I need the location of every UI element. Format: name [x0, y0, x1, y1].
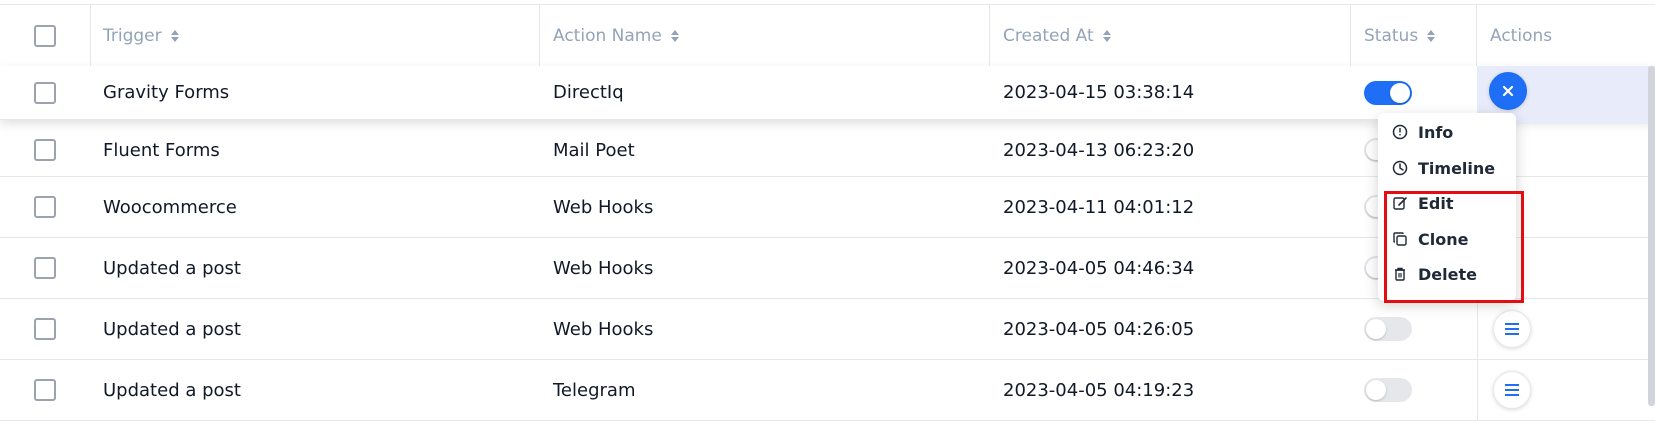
action-name: Web Hooks	[553, 196, 654, 218]
actions-cell	[1477, 360, 1655, 420]
action-name-cell: Telegram	[540, 360, 990, 420]
sort-icon[interactable]	[170, 29, 179, 43]
created-at-cell: 2023-04-05 04:26:05	[990, 299, 1351, 359]
trigger-name: Updated a post	[103, 318, 241, 340]
trigger-name: Woocommerce	[103, 196, 237, 218]
close-actions-button[interactable]	[1489, 72, 1527, 110]
action-name-cell: Web Hooks	[540, 238, 990, 298]
action-name: Mail Poet	[553, 139, 635, 161]
highlight-box	[1384, 191, 1524, 303]
table-row: Gravity Forms DirectIq 2023-04-15 03:38:…	[0, 66, 1655, 120]
trigger-cell: Updated a post	[90, 360, 540, 420]
info-icon	[1392, 124, 1408, 140]
created-at: 2023-04-05 04:46:34	[1003, 257, 1195, 279]
status-cell	[1351, 66, 1477, 119]
row-checkbox[interactable]	[34, 318, 56, 340]
select-all-cell	[0, 5, 91, 66]
column-header-action-name-label: Action Name	[553, 25, 662, 46]
menu-item-info[interactable]: Info	[1392, 117, 1453, 147]
trigger-cell: Updated a post	[90, 238, 540, 298]
action-name: DirectIq	[553, 82, 624, 103]
action-name: Telegram	[553, 379, 636, 401]
created-at: 2023-04-11 04:01:12	[1003, 196, 1195, 218]
created-at-cell: 2023-04-11 04:01:12	[990, 177, 1351, 237]
row-checkbox[interactable]	[34, 257, 56, 279]
trigger-cell: Woocommerce	[90, 177, 540, 237]
clock-icon	[1392, 160, 1408, 176]
menu-icon	[1505, 323, 1519, 335]
column-header-action-name[interactable]: Action Name	[540, 5, 990, 66]
vertical-scrollbar[interactable]	[1648, 66, 1655, 406]
column-header-actions: Actions	[1477, 5, 1655, 66]
select-all-checkbox[interactable]	[34, 24, 56, 47]
menu-item-timeline-label: Timeline	[1418, 158, 1496, 178]
action-name-cell: Mail Poet	[540, 124, 990, 176]
row-select-cell	[0, 238, 90, 298]
trigger-cell: Gravity Forms	[90, 66, 540, 119]
status-cell	[1351, 360, 1477, 420]
column-header-actions-label: Actions	[1490, 25, 1553, 46]
action-name: Web Hooks	[553, 257, 654, 279]
created-at: 2023-04-05 04:26:05	[1003, 318, 1195, 340]
row-select-cell	[0, 299, 90, 359]
created-at: 2023-04-13 06:23:20	[1003, 139, 1195, 161]
action-name: Web Hooks	[553, 318, 654, 340]
status-toggle[interactable]	[1364, 317, 1412, 341]
row-actions-button[interactable]	[1493, 371, 1531, 409]
row-select-cell	[0, 124, 90, 176]
trigger-name: Fluent Forms	[103, 139, 220, 161]
trigger-cell: Fluent Forms	[90, 124, 540, 176]
action-name-cell: Web Hooks	[540, 177, 990, 237]
table-row: Updated a post Telegram 2023-04-05 04:19…	[0, 360, 1655, 421]
close-icon	[1502, 85, 1514, 97]
row-checkbox[interactable]	[34, 196, 56, 218]
table-row: Updated a post Web Hooks 2023-04-05 04:2…	[0, 299, 1655, 360]
row-checkbox[interactable]	[34, 139, 56, 161]
menu-item-timeline[interactable]: Timeline	[1392, 153, 1495, 183]
created-at: 2023-04-05 04:19:23	[1003, 379, 1195, 401]
column-header-created-at[interactable]: Created At	[990, 5, 1351, 66]
column-header-status-label: Status	[1364, 25, 1419, 46]
row-checkbox[interactable]	[34, 379, 56, 401]
row-select-cell	[0, 360, 90, 420]
created-at: 2023-04-15 03:38:14	[1003, 82, 1195, 103]
created-at-cell: 2023-04-05 04:46:34	[990, 238, 1351, 298]
created-at-cell: 2023-04-13 06:23:20	[990, 124, 1351, 176]
column-header-trigger-label: Trigger	[103, 25, 162, 46]
created-at-cell: 2023-04-05 04:19:23	[990, 360, 1351, 420]
table-header: Trigger Action Name Created At Status Ac…	[0, 4, 1655, 67]
status-cell	[1351, 299, 1477, 359]
created-at-cell: 2023-04-15 03:38:14	[990, 66, 1351, 119]
sort-icon[interactable]	[1102, 29, 1111, 43]
column-header-trigger[interactable]: Trigger	[90, 5, 540, 66]
action-name-cell: DirectIq	[540, 66, 990, 119]
status-toggle[interactable]	[1364, 378, 1412, 402]
row-select-cell	[0, 177, 90, 237]
column-header-status[interactable]: Status	[1351, 5, 1477, 66]
row-checkbox[interactable]	[34, 81, 56, 104]
menu-icon	[1505, 384, 1519, 396]
trigger-name: Updated a post	[103, 257, 241, 279]
menu-item-info-label: Info	[1418, 122, 1454, 142]
trigger-name: Gravity Forms	[103, 82, 230, 103]
status-toggle[interactable]	[1364, 80, 1412, 105]
row-select-cell	[0, 66, 90, 119]
action-name-cell: Web Hooks	[540, 299, 990, 359]
trigger-name: Updated a post	[103, 379, 241, 401]
sort-icon[interactable]	[670, 29, 679, 43]
trigger-cell: Updated a post	[90, 299, 540, 359]
column-header-created-at-label: Created At	[1003, 25, 1094, 46]
row-actions-button[interactable]	[1493, 310, 1531, 348]
actions-cell	[1477, 299, 1655, 359]
sort-icon[interactable]	[1427, 29, 1436, 43]
